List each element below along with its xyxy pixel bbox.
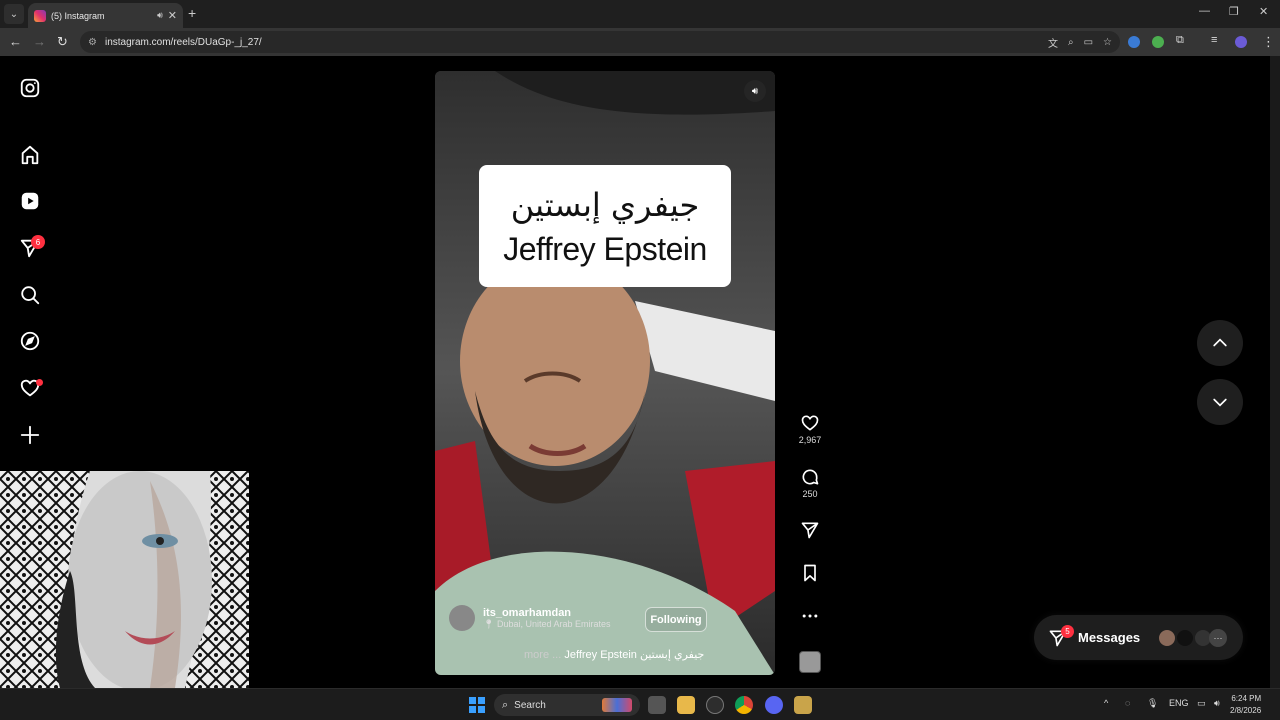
comment-count: 250 <box>802 489 818 499</box>
instagram-favicon-icon <box>34 9 46 22</box>
share-action[interactable] <box>796 520 824 540</box>
location-pin-icon: 📍︎ <box>483 618 495 629</box>
home-icon[interactable] <box>17 142 43 168</box>
chevron-up-icon <box>1213 338 1227 347</box>
reel-frame <box>435 71 775 675</box>
search-highlight-image <box>602 698 632 712</box>
tab-close-icon[interactable]: ✕ <box>168 9 177 22</box>
tray-overflow-icon[interactable]: ^ <box>1104 698 1108 708</box>
system-clock[interactable]: 6:24 PM 2/8/2026 <box>1230 693 1261 717</box>
profile-avatar-icon[interactable] <box>1235 36 1247 48</box>
taskbar-search[interactable]: ⌕ Search <box>494 694 640 716</box>
task-view-icon[interactable] <box>648 696 666 714</box>
messages-label: Messages <box>1078 630 1141 645</box>
chat-avatar <box>1176 629 1194 647</box>
more-options-action[interactable] <box>796 606 824 626</box>
tab-search-button[interactable]: ⌄ <box>4 4 24 24</box>
original-audio-thumbnail[interactable] <box>799 651 821 673</box>
display-icon[interactable]: ▭ <box>1197 698 1206 709</box>
translate-icon[interactable]: 文 <box>1048 35 1058 50</box>
mute-toggle-button[interactable]: 🔊︎ <box>744 80 766 102</box>
restore-button[interactable]: ❐ <box>1229 5 1239 18</box>
messages-badge: 6 <box>31 235 45 249</box>
screen: ⌄ (5) Instagram 🔊︎ ✕ + — ❐ ✕ ← → ↻ ⚙ ins… <box>0 0 1280 720</box>
taskbar-search-label: Search <box>514 699 546 711</box>
search-icon[interactable] <box>17 282 43 308</box>
more-dots-icon <box>802 614 818 618</box>
tab-title: (5) Instagram <box>51 10 105 21</box>
like-count: 2,967 <box>798 435 822 445</box>
like-heart-icon <box>801 415 819 431</box>
forward-button[interactable]: → <box>33 34 46 49</box>
extensions-puzzle-icon[interactable]: ⧉ <box>1176 34 1184 47</box>
microphone-icon[interactable]: 🎙︎ <box>1147 698 1158 709</box>
chevron-down-icon <box>1213 398 1227 407</box>
overlay-photo <box>0 471 249 688</box>
extension-icon[interactable] <box>1128 36 1140 48</box>
shield-extension-icon[interactable] <box>1152 36 1164 48</box>
site-info-icon[interactable]: ⚙ <box>88 37 97 48</box>
previous-reel-button[interactable] <box>1197 320 1243 366</box>
following-button[interactable]: Following <box>645 607 707 632</box>
bookmark-star-icon[interactable]: ☆ <box>1103 37 1112 48</box>
reel-author[interactable]: its_omarhamdan 📍︎ Dubai, United Arab Emi… <box>449 605 611 631</box>
cast-icon[interactable]: ▭ <box>1084 37 1093 48</box>
chrome-icon[interactable] <box>735 696 753 714</box>
messages-unread-badge: 5 <box>1061 625 1074 638</box>
location-text: Dubai, United Arab Emirates <box>496 618 611 629</box>
save-action[interactable] <box>796 563 824 583</box>
media-control-icon[interactable]: ≡ <box>1211 34 1217 46</box>
file-explorer-icon[interactable] <box>677 696 695 714</box>
caption-english: Jeffrey Epstein <box>503 231 707 267</box>
zoom-icon[interactable]: ⌕ <box>1068 37 1074 48</box>
more-chats-icon: ··· <box>1209 629 1227 647</box>
reel-video[interactable]: 🔊︎ جيفري إبستين Jeffrey Epstein its_omar… <box>435 71 775 675</box>
caption-more-link[interactable]: more ... <box>524 649 561 661</box>
share-plane-icon <box>801 522 819 539</box>
app-icon[interactable] <box>706 696 724 714</box>
comment-bubble-icon <box>802 469 819 485</box>
chat-avatar <box>1158 629 1176 647</box>
plus-icon[interactable] <box>17 422 43 448</box>
caption-arabic: جيفري إبستين <box>510 186 700 224</box>
clock-date: 2/8/2026 <box>1230 706 1262 715</box>
search-icon: ⌕ <box>502 698 509 711</box>
compass-icon[interactable] <box>17 328 43 354</box>
browser-menu-icon[interactable]: ⋮ <box>1262 34 1275 50</box>
comment-action[interactable]: 250 <box>796 467 824 499</box>
instagram-logo-icon[interactable] <box>17 75 43 101</box>
caption-text: Jeffrey Epstein جيفري إبستين <box>564 649 705 661</box>
start-button[interactable] <box>469 697 485 713</box>
author-location[interactable]: 📍︎ Dubai, United Arab Emirates <box>483 619 611 630</box>
browser-tab[interactable]: (5) Instagram 🔊︎ ✕ <box>28 3 183 28</box>
next-reel-button[interactable] <box>1197 379 1243 425</box>
app-icon[interactable] <box>794 696 812 714</box>
url-text[interactable]: instagram.com/reels/DUaGp-_j_27/ <box>105 37 1038 48</box>
address-bar[interactable]: ⚙ instagram.com/reels/DUaGp-_j_27/ 文 ⌕ ▭… <box>80 31 1120 53</box>
reload-button[interactable]: ↻ <box>57 34 68 50</box>
discord-icon[interactable] <box>765 696 783 714</box>
minimize-button[interactable]: — <box>1199 5 1210 17</box>
input-language[interactable]: ENG <box>1169 698 1189 708</box>
browser-toolbar: ← → ↻ ⚙ instagram.com/reels/DUaGp-_j_27/… <box>0 28 1280 56</box>
messages-button[interactable]: 5 Messages ··· <box>1034 615 1243 660</box>
author-username[interactable]: its_omarhamdan <box>483 607 611 619</box>
author-avatar[interactable] <box>449 605 475 631</box>
bookmark-icon <box>804 564 816 582</box>
windows-taskbar: ⌕ Search ^ ◌ 🎙︎ ENG ▭ 🔊︎ 6:24 PM 2/8/202… <box>0 688 1280 720</box>
browser-tab-bar: ⌄ (5) Instagram 🔊︎ ✕ + — ❐ ✕ <box>0 0 1280 28</box>
volume-icon[interactable]: 🔊︎ <box>1214 698 1220 709</box>
tab-speaker-icon[interactable]: 🔊︎ <box>157 10 163 21</box>
reel-caption[interactable]: more ... Jeffrey Epstein جيفري إبستين <box>524 648 704 661</box>
tray-app-icon[interactable]: ◌ <box>1125 698 1130 708</box>
page-scrollbar[interactable] <box>1270 56 1280 688</box>
close-window-button[interactable]: ✕ <box>1259 5 1268 18</box>
video-caption-card: جيفري إبستين Jeffrey Epstein <box>479 165 731 287</box>
new-tab-button[interactable]: + <box>188 5 196 21</box>
clock-time: 6:24 PM <box>1231 694 1262 703</box>
notifications-dot <box>36 379 43 386</box>
back-button[interactable]: ← <box>9 34 22 49</box>
like-action[interactable]: 2,967 <box>796 413 824 445</box>
reels-icon[interactable] <box>17 188 43 214</box>
